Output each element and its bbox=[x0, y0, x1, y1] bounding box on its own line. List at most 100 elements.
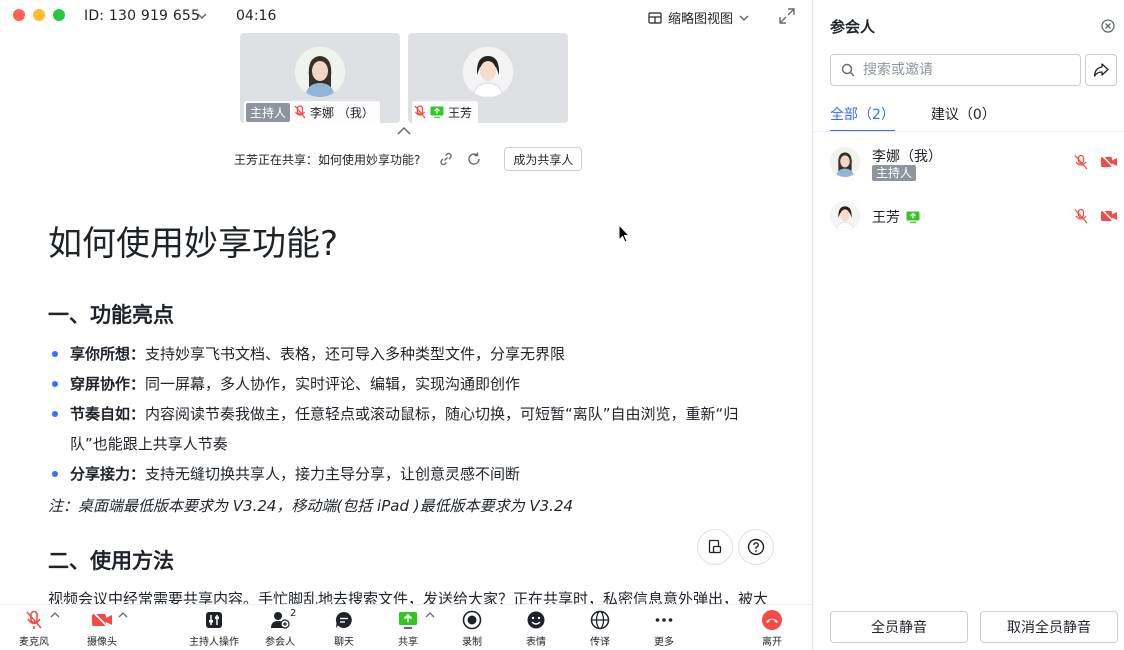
title-bar: ID: 130 919 655 04:16 缩略图视图 bbox=[0, 0, 812, 32]
more-icon bbox=[655, 618, 673, 622]
tab-all[interactable]: 全部（2） bbox=[830, 100, 895, 132]
meeting-toolbar: 麦克风 摄像头 主持人操作 参会人 2 聊天 共享 录制 表情 传译 更多 离开 bbox=[0, 604, 812, 650]
toolbar-label: 参会人 bbox=[265, 637, 295, 648]
screen-share-icon bbox=[906, 211, 920, 223]
list-item-text: 支持妙享飞书文档、表格，还可导入多种类型文件，分享无界限 bbox=[145, 345, 566, 363]
list-item-title: 分享接力： bbox=[70, 465, 146, 483]
toolbar-label: 聊天 bbox=[334, 637, 354, 648]
invite-button[interactable] bbox=[1085, 54, 1117, 86]
document-title: 如何使用妙享功能? bbox=[48, 224, 339, 264]
chevron-up-icon[interactable] bbox=[118, 611, 128, 619]
list-item: 分享接力：支持无缝切换共享人，接力主导分享，让创意灵感不间断 bbox=[48, 459, 768, 489]
close-window-button[interactable] bbox=[13, 9, 25, 21]
fullscreen-icon[interactable] bbox=[778, 7, 796, 25]
toolbar-label: 离开 bbox=[762, 637, 782, 648]
section-heading: 二、使用方法 bbox=[48, 549, 174, 573]
feature-list: 享你所想：支持妙享飞书文档、表格，还可导入多种类型文件，分享无界限 穿屏协作：同… bbox=[48, 339, 768, 489]
avatar bbox=[830, 201, 860, 231]
list-item: 享你所想：支持妙享飞书文档、表格，还可导入多种类型文件，分享无界限 bbox=[48, 339, 768, 369]
reactions-button[interactable]: 表情 bbox=[506, 609, 566, 648]
list-item-text: 内容阅读节奏我做主，任意轻点或滚动鼠标，随心切换，可短暂“离队”自由浏览，重新“… bbox=[70, 405, 739, 453]
video-thumbnails: 主持人 李娜 （我） 王芳 bbox=[240, 33, 568, 123]
tab-suggested[interactable]: 建议（0） bbox=[931, 100, 996, 132]
list-item-title: 节奏自如： bbox=[70, 405, 146, 423]
video-tile-lina[interactable]: 主持人 李娜 （我） bbox=[240, 33, 400, 123]
mic-muted-icon bbox=[414, 105, 426, 119]
document-outline-button[interactable] bbox=[697, 529, 733, 565]
grid-view-icon bbox=[648, 11, 662, 24]
screen-share-icon bbox=[430, 106, 444, 118]
sliders-icon bbox=[206, 612, 222, 628]
meeting-main: ID: 130 919 655 04:16 缩略图视图 主持人 李娜 （我） 王… bbox=[0, 0, 812, 650]
paragraph: 视频会议中经常需要共享内容。手忙脚乱地去搜索文件，发送给大家？正在共享时，私密信… bbox=[48, 590, 768, 604]
version-note: 注：桌面端最低版本要求为 V3.24，移动端(包括 iPad )最低版本要求为 … bbox=[48, 497, 574, 515]
mic-muted-icon[interactable] bbox=[1073, 208, 1089, 224]
screen-share-icon bbox=[399, 612, 417, 629]
chat-button[interactable]: 聊天 bbox=[314, 609, 374, 648]
zoom-window-button[interactable] bbox=[53, 9, 65, 21]
toolbar-label: 更多 bbox=[654, 637, 674, 648]
minimize-window-button[interactable] bbox=[33, 9, 45, 21]
list-item: 穿屏协作：同一屏幕，多人协作，实时评论、编辑，实现沟通即创作 bbox=[48, 369, 768, 399]
link-icon[interactable] bbox=[438, 151, 454, 167]
list-item-text: 支持无缝切换共享人，接力主导分享，让创意灵感不间断 bbox=[145, 465, 521, 483]
camera-off-icon[interactable] bbox=[1100, 208, 1118, 224]
help-icon bbox=[747, 538, 765, 556]
record-icon bbox=[462, 610, 482, 630]
chevron-up-icon[interactable] bbox=[425, 611, 435, 619]
interpretation-button[interactable]: 传译 bbox=[570, 609, 630, 648]
leave-button[interactable]: 离开 bbox=[742, 609, 802, 648]
toolbar-label: 录制 bbox=[462, 637, 482, 648]
add-user-icon bbox=[271, 612, 290, 629]
panel-footer: 全员静音 取消全员静音 bbox=[813, 604, 1124, 650]
close-icon[interactable] bbox=[1101, 19, 1115, 33]
panel-title: 参会人 bbox=[830, 18, 876, 36]
share-forward-icon bbox=[1093, 63, 1109, 77]
host-tag: 主持人 bbox=[872, 165, 917, 181]
search-icon bbox=[841, 63, 855, 77]
list-item: 节奏自如：内容阅读节奏我做主，任意轻点或滚动鼠标，随心切换，可短暂“离队”自由浏… bbox=[48, 399, 768, 459]
participant-name: 李娜 （我） bbox=[310, 105, 374, 120]
chevron-down-icon bbox=[739, 14, 749, 21]
chevron-up-icon[interactable] bbox=[50, 611, 60, 619]
avatar bbox=[295, 47, 345, 97]
divider bbox=[813, 131, 1124, 132]
help-button[interactable] bbox=[738, 529, 774, 565]
list-item-title: 享你所想： bbox=[70, 345, 146, 363]
participants-button[interactable]: 参会人 bbox=[250, 609, 310, 648]
participant-name-wrap: 王芳 bbox=[872, 207, 920, 227]
view-mode-selector[interactable]: 缩略图视图 bbox=[648, 8, 755, 27]
participant-row[interactable]: 王芳 bbox=[830, 197, 1120, 237]
participant-row[interactable]: 李娜（我） 主持人 bbox=[830, 143, 1120, 183]
search-field[interactable] bbox=[830, 54, 1081, 86]
shared-document[interactable]: 如何使用妙享功能? 一、功能亮点 享你所想：支持妙享飞书文档、表格，还可导入多种… bbox=[48, 210, 768, 604]
toolbar-label: 麦克风 bbox=[19, 637, 49, 648]
mic-muted-icon[interactable] bbox=[1073, 154, 1089, 170]
video-tile-label: 主持人 李娜 （我） bbox=[244, 101, 380, 123]
meeting-window: ID: 130 919 655 04:16 缩略图视图 主持人 李娜 （我） 王… bbox=[0, 0, 1124, 650]
more-button[interactable]: 更多 bbox=[634, 609, 694, 648]
meeting-id[interactable]: ID: 130 919 655 bbox=[84, 8, 200, 24]
list-item-text: 同一屏幕，多人协作，实时评论、编辑，实现沟通即创作 bbox=[145, 375, 521, 393]
refresh-icon[interactable] bbox=[466, 151, 482, 167]
mic-muted-icon bbox=[294, 105, 306, 119]
camera-off-icon[interactable] bbox=[1100, 154, 1118, 170]
avatar bbox=[463, 47, 513, 97]
hang-up-icon bbox=[762, 610, 782, 630]
section-heading: 一、功能亮点 bbox=[48, 303, 174, 327]
mute-all-button[interactable]: 全员静音 bbox=[830, 611, 968, 643]
globe-icon bbox=[590, 610, 610, 630]
record-button[interactable]: 录制 bbox=[442, 609, 502, 648]
chevron-down-icon[interactable] bbox=[196, 11, 208, 21]
chevron-up-icon[interactable] bbox=[396, 126, 412, 136]
participant-name: 李娜（我） bbox=[872, 149, 942, 165]
host-operations-button[interactable]: 主持人操作 bbox=[184, 609, 244, 648]
camera-off-icon bbox=[92, 611, 112, 629]
video-tile-wangfang[interactable]: 王芳 bbox=[408, 33, 568, 123]
toolbar-label: 共享 bbox=[398, 637, 418, 648]
toolbar-label: 摄像头 bbox=[87, 637, 117, 648]
unmute-all-button[interactable]: 取消全员静音 bbox=[980, 611, 1118, 643]
search-input[interactable] bbox=[863, 62, 1063, 78]
become-sharer-button[interactable]: 成为共享人 bbox=[504, 147, 583, 171]
avatar bbox=[830, 147, 860, 177]
